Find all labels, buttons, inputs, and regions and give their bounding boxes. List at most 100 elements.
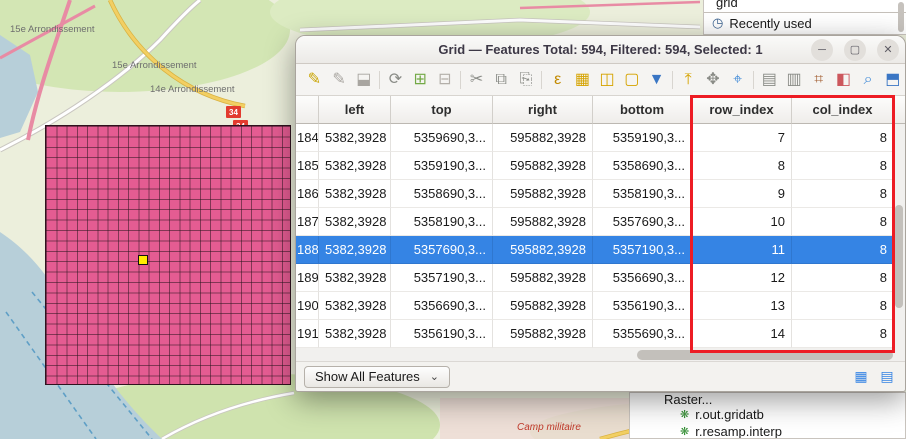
cell-top[interactable]: 5357690,3... (391, 236, 493, 264)
field-calculator-button[interactable]: ⌗ (806, 67, 831, 93)
cell-row_index[interactable]: 8 (692, 152, 792, 180)
cell-bottom[interactable]: 5356690,3... (593, 264, 692, 292)
search-button[interactable]: ⌕ (856, 67, 881, 93)
horizontal-scrollbar-handle[interactable] (637, 350, 893, 360)
table-row[interactable]: 1845382,39285359690,3...595882,392853591… (296, 124, 905, 152)
cell-col_index[interactable]: 8 (792, 292, 894, 320)
minimize-button[interactable]: ─ (811, 39, 833, 61)
maximize-button[interactable]: ▢ (844, 39, 866, 61)
cell-left[interactable]: 5382,3928 (319, 236, 391, 264)
new-field-button[interactable]: ▤ (757, 67, 782, 93)
reload-button[interactable]: ⟳ (383, 67, 408, 93)
column-header-bottom[interactable]: bottom (593, 96, 692, 124)
cell-right[interactable]: 595882,3928 (493, 264, 593, 292)
table-row[interactable]: 1905382,39285356690,3...595882,392853561… (296, 292, 905, 320)
cell-right[interactable]: 595882,3928 (493, 180, 593, 208)
cell-bottom[interactable]: 5358190,3... (593, 180, 692, 208)
column-header-left[interactable]: left (319, 96, 391, 124)
cell-left[interactable]: 5382,3928 (319, 208, 391, 236)
cell-row_index[interactable]: 13 (692, 292, 792, 320)
cell-left[interactable]: 5382,3928 (319, 180, 391, 208)
paste-button[interactable]: ⎘ (514, 67, 539, 93)
cell-col_index[interactable]: 8 (792, 208, 894, 236)
dialog-titlebar[interactable]: Grid — Features Total: 594, Filtered: 59… (296, 36, 905, 64)
multiedit-button[interactable]: ✎ (327, 67, 352, 93)
panel-scrollbar[interactable] (898, 2, 904, 32)
cell-bottom[interactable]: 5356190,3... (593, 292, 692, 320)
column-header-col_index[interactable]: col_index (792, 96, 894, 124)
cell-bottom[interactable]: 5355690,3... (593, 320, 692, 348)
vertical-scrollbar-handle[interactable] (895, 205, 903, 308)
cell-col_index[interactable]: 8 (792, 264, 894, 292)
cell-row_index[interactable]: 7 (692, 124, 792, 152)
cell-right[interactable]: 595882,3928 (493, 124, 593, 152)
row-number[interactable]: 188 (296, 236, 319, 264)
cell-bottom[interactable]: 5357190,3... (593, 236, 692, 264)
cell-top[interactable]: 5357190,3... (391, 264, 493, 292)
toolbox-group-label[interactable]: Raster... (630, 393, 905, 406)
cell-top[interactable]: 5359690,3... (391, 124, 493, 152)
deselect-all-button[interactable]: ▢ (619, 67, 644, 93)
cell-top[interactable]: 5356190,3... (391, 320, 493, 348)
cell-top[interactable]: 5358190,3... (391, 208, 493, 236)
table-row[interactable]: 1895382,39285357190,3...595882,392853566… (296, 264, 905, 292)
cell-top[interactable]: 5356690,3... (391, 292, 493, 320)
cell-bottom[interactable]: 5359190,3... (593, 124, 692, 152)
cell-right[interactable]: 595882,3928 (493, 292, 593, 320)
toolbox-item[interactable]: ❋r.out.gridatb (630, 406, 905, 423)
cut-button[interactable]: ✂ (464, 67, 489, 93)
horizontal-scrollbar[interactable] (296, 348, 905, 362)
cell-row_index[interactable]: 11 (692, 236, 792, 264)
row-number[interactable]: 190 (296, 292, 319, 320)
show-all-features-button[interactable]: Show All Features ⌄ (304, 366, 450, 388)
cell-bottom[interactable]: 5357690,3... (593, 208, 692, 236)
select-all-button[interactable]: ▦ (570, 67, 595, 93)
row-number[interactable]: 187 (296, 208, 319, 236)
cell-col_index[interactable]: 8 (792, 236, 894, 264)
toggle-editing-button[interactable]: ✎ (302, 67, 327, 93)
cell-row_index[interactable]: 14 (692, 320, 792, 348)
form-view-button[interactable]: ▤ (877, 368, 897, 386)
zoom-to-selection-button[interactable]: ⌖ (725, 67, 750, 93)
move-selection-top-button[interactable]: ⤒ (676, 67, 701, 93)
column-header-top[interactable]: top (391, 96, 493, 124)
recently-used-group[interactable]: ◷ Recently used (704, 13, 906, 33)
column-header-row_index[interactable]: row_index (692, 96, 792, 124)
cell-top[interactable]: 5359190,3... (391, 152, 493, 180)
close-button[interactable]: ✕ (877, 39, 899, 61)
cell-right[interactable]: 595882,3928 (493, 320, 593, 348)
cell-col_index[interactable]: 8 (792, 124, 894, 152)
table-row[interactable]: 1885382,39285357690,3...595882,392853571… (296, 236, 905, 264)
select-by-expression-button[interactable]: ε (545, 67, 570, 93)
row-number[interactable]: 191 (296, 320, 319, 348)
cell-top[interactable]: 5358690,3... (391, 180, 493, 208)
row-number[interactable]: 186 (296, 180, 319, 208)
cell-left[interactable]: 5382,3928 (319, 320, 391, 348)
save-edits-button[interactable]: ⬓ (351, 67, 376, 93)
row-number[interactable]: 185 (296, 152, 319, 180)
pan-to-selection-button[interactable]: ✥ (701, 67, 726, 93)
table-row[interactable]: 1915382,39285356190,3...595882,392853556… (296, 320, 905, 348)
conditional-formatting-button[interactable]: ◧ (831, 67, 856, 93)
vertical-scrollbar[interactable] (892, 124, 905, 348)
column-header-right[interactable]: right (493, 96, 593, 124)
row-number[interactable]: 184 (296, 124, 319, 152)
cell-row_index[interactable]: 10 (692, 208, 792, 236)
table-row[interactable]: 1855382,39285359190,3...595882,392853586… (296, 152, 905, 180)
dock-button[interactable]: ⬒ (880, 67, 905, 93)
toolbox-item[interactable]: ❋r.resamp.interp (630, 423, 905, 439)
filter-button[interactable]: ▼ (644, 67, 669, 93)
table-row[interactable]: 1875382,39285358190,3...595882,392853576… (296, 208, 905, 236)
cell-right[interactable]: 595882,3928 (493, 236, 593, 264)
table-corner[interactable] (296, 96, 319, 124)
cell-row_index[interactable]: 9 (692, 180, 792, 208)
cell-left[interactable]: 5382,3928 (319, 124, 391, 152)
cell-right[interactable]: 595882,3928 (493, 208, 593, 236)
cell-col_index[interactable]: 8 (792, 180, 894, 208)
cell-bottom[interactable]: 5358690,3... (593, 152, 692, 180)
delete-field-button[interactable]: ▥ (782, 67, 807, 93)
cell-left[interactable]: 5382,3928 (319, 264, 391, 292)
cell-col_index[interactable]: 8 (792, 152, 894, 180)
cell-left[interactable]: 5382,3928 (319, 152, 391, 180)
cell-row_index[interactable]: 12 (692, 264, 792, 292)
